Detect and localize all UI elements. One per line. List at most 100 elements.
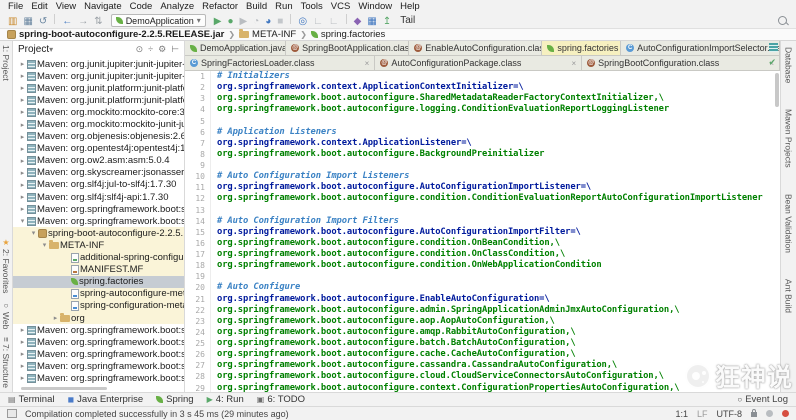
- tree-item[interactable]: spring.factories: [13, 276, 184, 288]
- tool-window-icon-2[interactable]: ∟: [329, 15, 339, 28]
- menu-item-help[interactable]: Help: [396, 1, 424, 12]
- tree-item[interactable]: MANIFEST.MF: [13, 264, 184, 276]
- expanded-arrow-icon[interactable]: ▾: [18, 217, 27, 225]
- collapsed-arrow-icon[interactable]: ▸: [18, 133, 27, 141]
- editor-tab-enableautoconfiguration-class[interactable]: @EnableAutoConfiguration.class×: [409, 41, 542, 55]
- tree-item[interactable]: spring-configuration-metadat: [13, 300, 184, 312]
- menu-item-refactor[interactable]: Refactor: [198, 1, 242, 12]
- tool-strip-button-1-project[interactable]: 1: Project: [1, 45, 11, 81]
- tree-item[interactable]: ▾Maven: org.springframework.boot:spring-: [13, 215, 184, 227]
- tool-button-terminal[interactable]: ▤Terminal: [8, 394, 54, 405]
- tree-item[interactable]: ▸Maven: org.mockito:mockito-core:3.1.0: [13, 106, 184, 118]
- file-encoding[interactable]: UTF-8: [717, 409, 743, 419]
- tree-item[interactable]: additional-spring-configuratio: [13, 252, 184, 264]
- editor-tab-springbootapplication-class[interactable]: @SpringBootApplication.class×: [286, 41, 409, 55]
- tree-item[interactable]: ▸org: [13, 312, 184, 324]
- tool-strip-button-maven-projects[interactable]: Maven Projects: [784, 109, 794, 168]
- tree-item[interactable]: ▸Maven: org.junit.platform:junit-platfor…: [13, 94, 184, 106]
- tool-strip-button-7-structure[interactable]: ≡7: Structure: [1, 337, 11, 388]
- collapsed-arrow-icon[interactable]: ▸: [18, 145, 27, 153]
- breadcrumb-item[interactable]: META-INF: [237, 29, 298, 40]
- vertical-scrollbar[interactable]: [775, 73, 779, 107]
- profiler-icon[interactable]: ◔: [253, 15, 259, 28]
- project-panel-title[interactable]: Project: [18, 44, 49, 55]
- tabs-list-icon[interactable]: [769, 43, 778, 52]
- collapsed-arrow-icon[interactable]: ▸: [18, 60, 27, 68]
- editor-tab-autoconfigurationimportselector-class[interactable]: CAutoConfigurationImportSelector.class×: [621, 41, 780, 55]
- menu-item-build[interactable]: Build: [242, 1, 271, 12]
- collapsed-arrow-icon[interactable]: ▸: [18, 205, 27, 213]
- inspections-ok-icon[interactable]: ✔: [768, 57, 776, 68]
- tree-item[interactable]: spring-autoconfigure-metadat: [13, 288, 184, 300]
- editor-tab-springbootconfiguration-class[interactable]: @SpringBootConfiguration.class×: [582, 56, 780, 70]
- tree-item[interactable]: ▸Maven: org.springframework.boot:spring-: [13, 348, 184, 360]
- code-editor[interactable]: 1# Initializers2org.springframework.cont…: [185, 71, 780, 392]
- close-icon[interactable]: ×: [365, 59, 370, 68]
- readonly-lock-icon[interactable]: [751, 412, 757, 417]
- inspection-profile-icon[interactable]: [766, 410, 773, 417]
- tool-button-6-todo[interactable]: ▣6: TODO: [257, 394, 305, 405]
- menu-item-navigate[interactable]: Navigate: [80, 1, 126, 12]
- collapsed-arrow-icon[interactable]: ▸: [18, 121, 27, 129]
- collapsed-arrow-icon[interactable]: ▸: [18, 181, 27, 189]
- scroll-to-source-icon[interactable]: ⇅: [94, 15, 102, 28]
- tree-item[interactable]: ▸Maven: org.mockito:mockito-junit-jupite…: [13, 118, 184, 130]
- search-everywhere-icon[interactable]: ◎: [298, 15, 307, 28]
- collapsed-arrow-icon[interactable]: ▸: [51, 314, 60, 322]
- menu-item-edit[interactable]: Edit: [27, 1, 51, 12]
- breadcrumb-item[interactable]: spring-boot-autoconfigure-2.2.5.RELEASE.…: [5, 29, 226, 40]
- tool-button-spring[interactable]: Spring: [156, 394, 193, 405]
- expanded-arrow-icon[interactable]: ▾: [40, 241, 49, 249]
- collapsed-arrow-icon[interactable]: ▸: [18, 362, 27, 370]
- tree-item[interactable]: ▾spring-boot-autoconfigure-2.2.5.RELE: [13, 227, 184, 239]
- run-icon[interactable]: ▶: [214, 15, 222, 28]
- run-coverage-icon[interactable]: ▶: [240, 15, 248, 28]
- collapse-all-icon[interactable]: ÷: [148, 44, 153, 55]
- debug-icon[interactable]: ●: [227, 15, 233, 28]
- chevron-down-icon[interactable]: ▾: [49, 45, 53, 54]
- event-log-button[interactable]: ○ Event Log: [737, 394, 788, 405]
- editor-tab-springfactoriesloader-class[interactable]: CSpringFactoriesLoader.class×: [185, 56, 375, 70]
- forward-icon[interactable]: →: [78, 15, 88, 28]
- locate-icon[interactable]: ⊙: [136, 44, 144, 55]
- menu-item-code[interactable]: Code: [126, 1, 157, 12]
- collapsed-arrow-icon[interactable]: ▸: [18, 72, 27, 80]
- tree-item[interactable]: ▸Maven: org.springframework.boot:spring-: [13, 336, 184, 348]
- notification-dot-icon[interactable]: [782, 410, 789, 417]
- open-folder-icon[interactable]: ▥: [8, 15, 17, 28]
- sync-icon[interactable]: ↺: [39, 15, 47, 28]
- collapsed-arrow-icon[interactable]: ▸: [18, 108, 27, 116]
- menu-item-window[interactable]: Window: [354, 1, 396, 12]
- tree-item[interactable]: ▸Maven: org.skyscreamer:jsonassert:1.5.0: [13, 167, 184, 179]
- tool-window-icon-1[interactable]: ∟: [313, 15, 323, 28]
- hide-panel-icon[interactable]: ⊢: [171, 44, 179, 55]
- collapsed-arrow-icon[interactable]: ▸: [18, 326, 27, 334]
- tree-item[interactable]: ▸Maven: org.opentest4j:opentest4j:1.2.0: [13, 143, 184, 155]
- menu-item-analyze[interactable]: Analyze: [156, 1, 198, 12]
- menu-item-tools[interactable]: Tools: [297, 1, 327, 12]
- collapsed-arrow-icon[interactable]: ▸: [18, 169, 27, 177]
- menu-item-run[interactable]: Run: [271, 1, 296, 12]
- code-inspect-icon[interactable]: ◆: [354, 15, 362, 28]
- settings-icon[interactable]: ⚙: [158, 44, 166, 55]
- tool-strip-button-web[interactable]: ○Web: [1, 301, 11, 329]
- editor-tab-autoconfigurationpackage-class[interactable]: @AutoConfigurationPackage.class×: [375, 56, 582, 70]
- tree-item[interactable]: ▸Maven: org.objenesis:objenesis:2.6: [13, 131, 184, 143]
- tree-item[interactable]: ▸Maven: org.springframework.boot:spring-: [13, 372, 184, 384]
- collapsed-arrow-icon[interactable]: ▸: [18, 350, 27, 358]
- menu-item-view[interactable]: View: [52, 1, 80, 12]
- line-separator[interactable]: LF: [697, 409, 708, 419]
- close-icon[interactable]: ×: [572, 59, 577, 68]
- collapsed-arrow-icon[interactable]: ▸: [18, 193, 27, 201]
- tool-strip-button-2-favorites[interactable]: ★2: Favorites: [1, 238, 11, 293]
- collapsed-arrow-icon[interactable]: ▸: [18, 96, 27, 104]
- search-icon[interactable]: [778, 16, 787, 25]
- tree-item[interactable]: ▸Maven: org.springframework.boot:spring-: [13, 360, 184, 372]
- stop-icon[interactable]: ■: [277, 15, 283, 28]
- tree-item[interactable]: ▸Maven: org.junit.jupiter:junit-jupiter-…: [13, 70, 184, 82]
- deploy-icon[interactable]: ↥: [383, 15, 391, 28]
- layout-icon[interactable]: ▦: [367, 15, 376, 28]
- collapsed-arrow-icon[interactable]: ▸: [18, 84, 27, 92]
- tool-button-4-run[interactable]: ▶4: Run: [207, 394, 244, 405]
- back-icon[interactable]: ←: [62, 15, 72, 28]
